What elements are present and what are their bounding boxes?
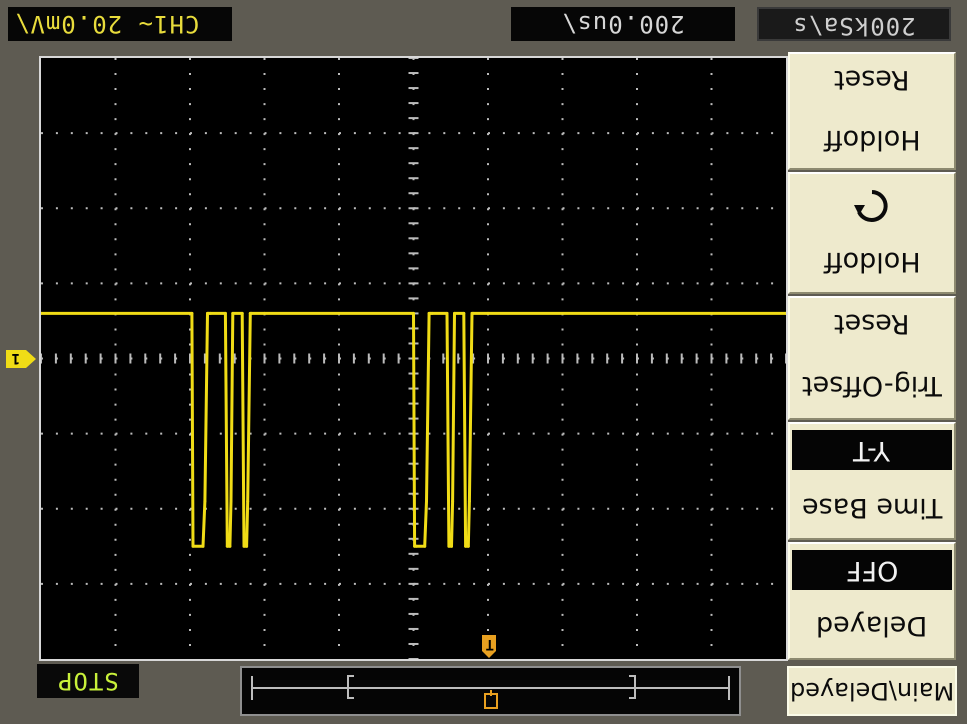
time-base-value: Y-T <box>792 430 952 470</box>
trace-point <box>467 499 471 503</box>
trace-point <box>450 544 453 548</box>
trace-point <box>225 544 229 548</box>
run-status-text: STOP <box>57 667 119 695</box>
reset-holdoff-key[interactable]: Reset Holdoff <box>788 52 956 170</box>
trace-point <box>250 311 253 315</box>
oscilloscope-screen: CH1~ 20.0mV\ 200.0us\ 200kSa\s 1 T Reset… <box>0 0 967 724</box>
trace-point <box>451 499 455 503</box>
trace-point <box>466 544 470 548</box>
trigger-layer: T <box>482 635 496 658</box>
ch1-trace-layer <box>41 311 786 548</box>
ch1-scale-readout: CH1~ 20.0mV\ <box>8 7 232 41</box>
horizontal-position-bar[interactable] <box>240 666 741 716</box>
sample-rate-text: 200kSa\s <box>792 12 916 40</box>
trace-point <box>229 499 233 503</box>
timebase-readout: 200.0us\ <box>511 7 735 41</box>
trace-point <box>231 311 235 315</box>
trace-point <box>263 311 266 315</box>
main-delayed-key[interactable]: Main\Delayed <box>787 666 957 716</box>
run-status-badge: STOP <box>37 664 139 698</box>
trace-point <box>242 544 246 548</box>
trace-point <box>245 544 249 548</box>
trace-point <box>190 311 194 315</box>
trace-point <box>415 544 418 548</box>
trace-point <box>453 311 456 315</box>
trace-point <box>203 499 207 503</box>
ch1-scale-text: CH1~ 20.0mV\ <box>14 10 200 38</box>
waveform-plot[interactable]: T <box>41 58 786 659</box>
trace-point <box>447 544 451 548</box>
time-base-key[interactable]: Y-T Time Base <box>788 422 956 540</box>
trace-point <box>462 311 466 315</box>
reset-trig-offset-key[interactable]: Reset Trig-Offset <box>788 296 956 420</box>
trace-point <box>464 544 468 548</box>
reset-holdoff-title: Reset <box>834 64 910 95</box>
trace-point <box>209 311 212 315</box>
soft-key-menu: Reset Holdoff Holdoff Reset Trig-Offset … <box>788 52 958 716</box>
trace-point <box>246 499 250 503</box>
waveform-display-frame: T <box>39 56 788 661</box>
delayed-title: Delayed <box>816 610 928 641</box>
trace-point <box>191 544 195 548</box>
time-base-title: Time Base <box>801 492 943 523</box>
trace-point <box>471 311 475 315</box>
delayed-value: OFF <box>792 550 952 590</box>
ch1-waveform-trace <box>41 311 786 548</box>
sample-rate-readout: 200kSa\s <box>757 7 951 41</box>
trace-point <box>412 311 415 315</box>
trace-point <box>445 311 449 315</box>
main-delayed-label: Main\Delayed <box>789 677 955 705</box>
channel-ground-marker[interactable]: 1 <box>4 349 38 369</box>
holdoff-title: Holdoff <box>823 246 921 277</box>
channel-marker-label: 1 <box>12 350 20 366</box>
reset-holdoff-value: Holdoff <box>823 124 921 155</box>
reset-trig-offset-value: Trig-Offset <box>802 370 942 401</box>
trigger-position-icon <box>484 693 498 709</box>
trace-point <box>430 311 434 315</box>
trace-point <box>228 544 232 548</box>
trace-point <box>486 311 490 315</box>
trace-point <box>423 544 427 548</box>
timebase-text: 200.0us\ <box>561 10 685 38</box>
holdoff-key[interactable]: Holdoff <box>788 172 956 294</box>
trace-point <box>425 499 428 503</box>
delayed-key[interactable]: OFF Delayed <box>788 542 956 660</box>
trace-point <box>240 311 244 315</box>
trace-point <box>201 544 205 548</box>
rotate-knob-icon <box>790 186 954 235</box>
trace-point <box>223 311 227 315</box>
reset-trig-offset-title: Reset <box>834 308 910 339</box>
trigger-marker-label: T <box>486 636 494 652</box>
channel-marker-flag <box>6 350 36 368</box>
memory-position-indicator <box>251 675 730 709</box>
